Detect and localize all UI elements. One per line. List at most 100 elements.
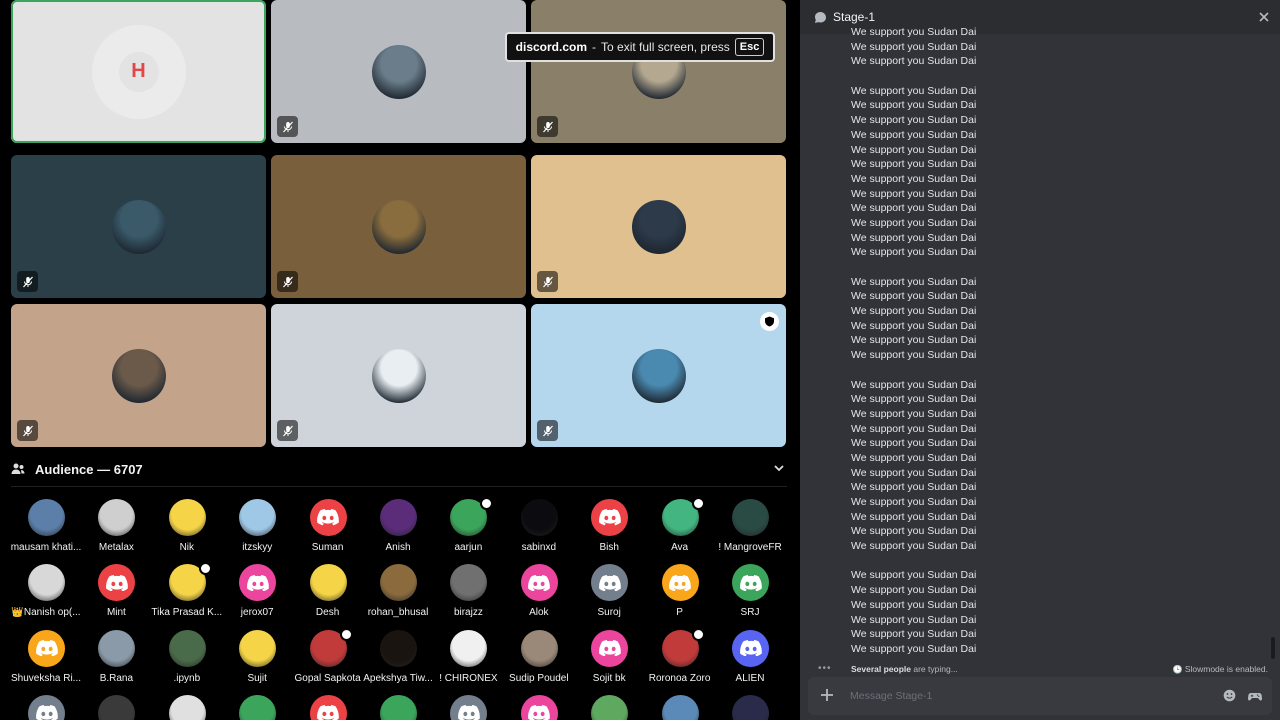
speaker-tile[interactable]: [271, 0, 526, 143]
discord-logo-icon: [317, 705, 339, 720]
audience-member[interactable]: Desh: [293, 562, 363, 622]
discord-logo-icon: [598, 509, 621, 526]
audience-member[interactable]: [11, 693, 81, 720]
avatar: [380, 629, 417, 667]
audience-member[interactable]: Gopal Sapkota: [293, 627, 363, 688]
audience-member[interactable]: [81, 693, 151, 720]
audience-member[interactable]: [152, 693, 222, 720]
audience-member[interactable]: Ava: [645, 497, 715, 557]
speaker-badge-icon: [198, 562, 212, 576]
scrollbar-thumb[interactable]: [1271, 637, 1275, 659]
audience-member[interactable]: [222, 693, 292, 720]
audience-member[interactable]: Bish: [574, 497, 644, 557]
speaker-tile[interactable]: [531, 155, 786, 298]
muted-mic-icon: [537, 116, 558, 137]
message-input[interactable]: [850, 686, 1190, 706]
chat-message: We support you Sudan Dai: [851, 393, 977, 406]
member-name: ALIEN: [735, 672, 765, 684]
audience-member[interactable]: 👑Nanish op(...: [11, 562, 81, 622]
speaker-tile[interactable]: [11, 155, 266, 298]
speaker-tile[interactable]: [531, 0, 786, 143]
audience-member[interactable]: [504, 693, 574, 720]
chat-message: We support you Sudan Dai: [851, 216, 977, 229]
audience-member[interactable]: Metalax: [81, 497, 151, 557]
audience-member[interactable]: mausam khati...: [11, 497, 81, 557]
chat-message: We support you Sudan Dai: [851, 275, 977, 288]
message-group-gap: [851, 69, 1251, 84]
audience-header[interactable]: Audience — 6707: [11, 457, 787, 481]
chat-message: We support you Sudan Dai: [851, 569, 977, 582]
discord-logo-icon: [35, 705, 58, 720]
avatar: [239, 629, 277, 667]
audience-member[interactable]: itzskyy: [222, 497, 292, 557]
audience-member[interactable]: SRJ: [715, 562, 785, 622]
gamepad-icon[interactable]: [1248, 689, 1262, 703]
audience-member[interactable]: [363, 693, 433, 720]
chat-message: We support you Sudan Dai: [851, 598, 977, 611]
speaker-tile[interactable]: H: [11, 0, 266, 143]
chat-message: We support you Sudan Dai: [851, 437, 977, 450]
speaker-tile[interactable]: [271, 155, 526, 298]
speaker-tile[interactable]: [11, 304, 266, 447]
chat-message: We support you Sudan Dai: [851, 481, 977, 494]
close-icon[interactable]: [1258, 11, 1270, 23]
chat-message: We support you Sudan Dai: [851, 496, 977, 508]
plus-icon[interactable]: [820, 688, 834, 702]
audience-member[interactable]: Mint: [81, 562, 151, 622]
muted-mic-icon: [17, 420, 38, 441]
audience-member[interactable]: [715, 693, 785, 720]
speaker-tile[interactable]: [271, 304, 526, 447]
avatar: [520, 564, 558, 602]
audience-member[interactable]: Suroj: [574, 562, 644, 622]
speaker-tile[interactable]: [531, 304, 786, 447]
discord-logo-icon: [457, 705, 480, 720]
audience-member[interactable]: Sojit bk: [574, 628, 644, 688]
speaker-avatar: [631, 348, 686, 403]
emoji-icon[interactable]: [1223, 689, 1236, 702]
audience-member[interactable]: [293, 693, 363, 720]
chat-message: We support you Sudan Dai: [851, 290, 977, 303]
audience-member[interactable]: [574, 693, 644, 720]
audience-member[interactable]: jerox07: [222, 562, 292, 622]
audience-member[interactable]: P: [645, 562, 715, 622]
audience-member[interactable]: .ipynb: [152, 628, 222, 688]
audience-member[interactable]: Roronoa Zoro: [645, 627, 715, 688]
chat-message: We support you Sudan Dai: [851, 334, 977, 347]
audience-member[interactable]: Apekshya Tiw...: [363, 628, 433, 688]
audience-member[interactable]: rohan_bhusal: [363, 562, 433, 622]
discord-logo-icon: [598, 639, 621, 657]
chat-message: We support you Sudan Dai: [851, 84, 977, 97]
audience-member[interactable]: birajzz: [433, 562, 503, 622]
message-list: We support you Sudan Dai We support you S…: [851, 25, 1251, 657]
chat-message: We support you Sudan Dai: [851, 466, 977, 479]
audience-member[interactable]: aarjun: [433, 497, 503, 557]
audience-member[interactable]: [433, 693, 503, 720]
audience-member[interactable]: Sudip Poudel: [504, 628, 574, 688]
audience-member[interactable]: ! CHIRONEX: [433, 628, 503, 688]
avatar: [450, 564, 488, 602]
chat-message: We support you Sudan Dai: [851, 540, 977, 553]
audience-member[interactable]: Alok: [504, 562, 574, 622]
muted-mic-icon: [537, 420, 558, 441]
discord-logo-icon: [739, 639, 762, 657]
audience-member[interactable]: Sujit: [222, 628, 292, 688]
avatar: [591, 694, 629, 720]
discord-logo-icon: [246, 574, 269, 591]
chat-message: We support you Sudan Dai: [851, 349, 977, 362]
audience-member[interactable]: Shuveksha Ri...: [11, 628, 81, 688]
chevron-down-icon[interactable]: [773, 462, 785, 474]
chat-bubble-icon: [815, 11, 826, 23]
audience-member[interactable]: Nik: [152, 497, 222, 557]
audience-member[interactable]: ALIEN: [715, 628, 785, 688]
moderator-shield-icon: [760, 312, 779, 331]
audience-member[interactable]: [645, 693, 715, 720]
audience-member[interactable]: sabinxd: [504, 497, 574, 557]
audience-member[interactable]: Tika Prasad K...: [151, 562, 222, 622]
audience-member[interactable]: Suman: [293, 497, 363, 557]
audience-member[interactable]: B.Rana: [81, 628, 151, 688]
avatar: [520, 629, 558, 667]
audience-member[interactable]: ! MangroveFR: [715, 497, 785, 557]
audience-member[interactable]: Anish: [363, 497, 433, 557]
slowmode-notice: 🕒 Slowmode is enabled.: [1172, 664, 1268, 674]
chat-title: Stage-1: [833, 10, 876, 24]
